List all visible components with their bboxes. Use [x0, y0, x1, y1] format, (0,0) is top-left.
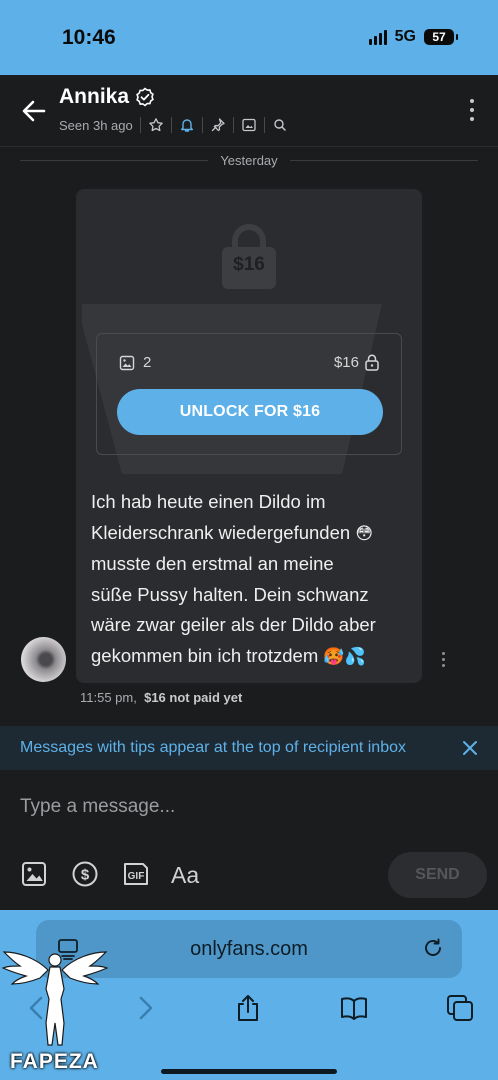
bell-icon[interactable]: [179, 117, 195, 133]
reload-icon[interactable]: [422, 937, 444, 959]
message-input[interactable]: [20, 790, 460, 824]
media-count: 2: [119, 354, 151, 371]
photo-icon: [119, 355, 135, 370]
message-bubble: $16 2 $16 UNLOCK FOR $16 Ich hab heute e…: [76, 189, 422, 683]
message-line-with-emoji: Kleiderschrank wiedergefunden 😳: [91, 518, 411, 550]
paid-media-card: 2 $16 UNLOCK FOR $16: [96, 333, 402, 455]
contact-name-row[interactable]: Annika: [59, 85, 155, 109]
tips-info-banner: Messages with tips appear at the top of …: [0, 726, 498, 770]
unlock-button[interactable]: UNLOCK FOR $16: [117, 389, 383, 435]
message-line: wäre zwar geiler als der Dildo aber: [91, 614, 376, 635]
send-button[interactable]: SEND: [388, 852, 487, 898]
date-divider-label: Yesterday: [220, 152, 278, 168]
card-price-value: $16: [333, 354, 359, 371]
signal-icon: [368, 29, 387, 45]
payment-status: $16 not paid yet: [144, 690, 243, 705]
message-meta: 11:55 pm, $16 not paid yet: [80, 690, 242, 705]
message-line: Ich hab heute einen Dildo im: [91, 491, 326, 512]
image-icon[interactable]: [241, 117, 257, 133]
close-icon[interactable]: [462, 740, 478, 756]
chat-header: Annika Seen 3h ago: [0, 75, 498, 147]
hot-face-sweat-emoji: 🥵💦: [323, 646, 366, 667]
gif-icon[interactable]: GIF: [122, 860, 150, 888]
bookmarks-icon[interactable]: [339, 993, 369, 1023]
network-type: 5G: [394, 28, 416, 45]
text-format-icon[interactable]: Aa: [171, 862, 199, 889]
media-count-value: 2: [143, 354, 152, 371]
message-time: 11:55 pm,: [80, 690, 137, 705]
header-subrow: Seen 3h ago: [59, 117, 288, 133]
card-price: $16: [334, 354, 379, 371]
status-time: 10:46: [62, 26, 116, 49]
message-line-with-emoji: gekommen bin ich trotzdem 🥵💦: [91, 641, 411, 673]
message-line: süße Pussy halten. Dein schwanz: [91, 583, 369, 605]
pin-icon[interactable]: [210, 117, 226, 133]
date-divider: Yesterday: [20, 150, 478, 170]
message-more-icon[interactable]: [440, 652, 446, 668]
share-icon[interactable]: [233, 993, 263, 1023]
message-line: musste den erstmal an meine: [91, 553, 334, 574]
more-options-icon[interactable]: [468, 99, 476, 123]
battery-icon: 57: [424, 29, 458, 45]
status-bar: 10:46 5G 57: [0, 0, 498, 75]
tip-dollar-icon[interactable]: $: [71, 860, 99, 888]
status-indicators: 5G 57: [368, 28, 458, 46]
contact-name[interactable]: Annika: [59, 85, 129, 109]
message-line: Kleiderschrank wiedergefunden: [91, 521, 351, 543]
tabs-icon[interactable]: [445, 993, 475, 1023]
message-line: gekommen bin ich trotzdem: [91, 644, 319, 666]
watermark-text: FAPEZA: [10, 1050, 99, 1073]
banner-text: Messages with tips appear at the top of …: [20, 739, 406, 756]
svg-text:$: $: [81, 867, 90, 884]
add-image-icon[interactable]: [20, 860, 48, 888]
home-indicator: [161, 1069, 337, 1074]
message-text: Ich hab heute einen Dildo im Kleiderschr…: [91, 487, 411, 672]
angel-logo-icon: [1, 951, 109, 1046]
verified-icon: [136, 87, 154, 107]
star-icon[interactable]: [148, 117, 164, 133]
battery-level: 57: [432, 30, 446, 44]
forward-nav-icon[interactable]: [130, 993, 160, 1023]
message-composer: $ GIF Aa SEND: [0, 770, 498, 910]
url-text[interactable]: onlyfans.com: [190, 938, 308, 961]
back-arrow-icon[interactable]: [20, 97, 48, 125]
small-lock-icon: [365, 354, 379, 371]
flushed-emoji: 😳: [355, 523, 374, 544]
locked-price: $16: [233, 254, 265, 275]
svg-text:GIF: GIF: [128, 871, 145, 882]
last-seen-text: Seen 3h ago: [59, 117, 133, 133]
avatar[interactable]: [21, 637, 66, 682]
search-icon[interactable]: [272, 117, 288, 133]
